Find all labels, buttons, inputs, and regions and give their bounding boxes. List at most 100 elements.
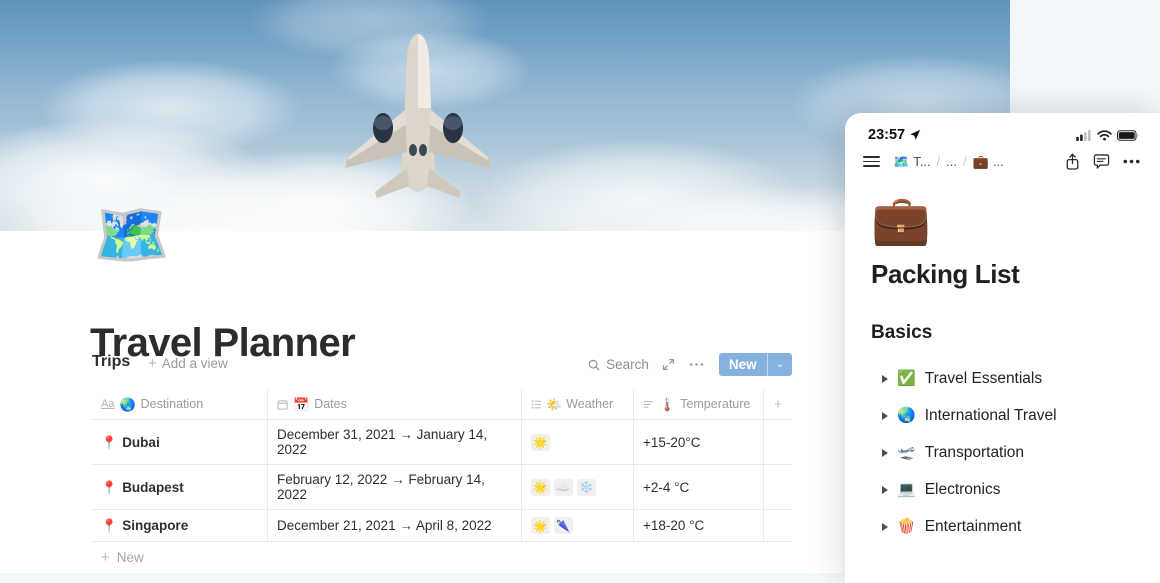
chevron-right-icon[interactable] bbox=[882, 374, 888, 383]
breadcrumb-label: ... bbox=[946, 154, 957, 169]
more-options-button[interactable] bbox=[682, 358, 711, 371]
chevron-right-icon[interactable] bbox=[882, 485, 888, 494]
destination-name: Dubai bbox=[122, 434, 160, 450]
hamburger-menu-icon[interactable] bbox=[863, 155, 880, 168]
mobile-nav-actions bbox=[1065, 153, 1140, 170]
pin-icon: 📍 bbox=[101, 518, 118, 533]
breadcrumb-item-travel-planner[interactable]: 🗺️ T... bbox=[893, 154, 931, 169]
page-title[interactable]: Packing List bbox=[871, 259, 1160, 290]
globe-icon: 🌏 bbox=[119, 396, 136, 412]
pin-icon: 📍 bbox=[101, 434, 118, 450]
database-toolbar: Trips + Add a view Search New ⌄ bbox=[92, 353, 792, 383]
trips-table: Aa 🌏 Destination 📅 Dates 🌤️ Weather 🌡️ T… bbox=[92, 389, 792, 573]
map-icon: 🗺️ bbox=[893, 154, 910, 169]
toggle-label: Travel Essentials bbox=[924, 369, 1043, 387]
pin-icon: 📍 bbox=[101, 479, 118, 495]
more-options-icon bbox=[689, 363, 704, 366]
mobile-page-content: 💼 Packing List Basics ✅ Travel Essential… bbox=[845, 170, 1160, 545]
cell-dates[interactable]: December 21, 2021 → April 8, 2022 bbox=[268, 510, 522, 541]
breadcrumb-label: ... bbox=[992, 154, 1004, 169]
cell-destination[interactable]: 📍 Budapest bbox=[92, 465, 268, 509]
wifi-icon bbox=[1097, 129, 1112, 141]
column-header-temperature[interactable]: 🌡️ Temperature bbox=[634, 389, 764, 419]
table-row[interactable]: 📍 Dubai December 31, 2021 → January 14, … bbox=[92, 420, 792, 465]
cell-weather[interactable]: 🌟 ☁️ ❄️ bbox=[522, 465, 634, 509]
toggle-item-transportation[interactable]: 🛫 Transportation bbox=[871, 434, 1160, 471]
cell-weather[interactable]: 🌟 bbox=[522, 420, 634, 464]
popcorn-icon: 🍿 bbox=[897, 518, 916, 535]
globe-icon: 🌏 bbox=[897, 407, 916, 424]
more-options-icon[interactable] bbox=[1123, 159, 1140, 164]
add-view-label: Add a view bbox=[161, 356, 228, 371]
column-header-dates[interactable]: 📅 Dates bbox=[268, 389, 522, 419]
add-view-button[interactable]: + Add a view bbox=[148, 356, 228, 371]
comment-icon[interactable] bbox=[1093, 153, 1110, 170]
toggle-item-international-travel[interactable]: 🌏 International Travel bbox=[871, 397, 1160, 434]
column-label: Dates bbox=[314, 397, 347, 411]
laptop-icon: 💻 bbox=[897, 481, 916, 498]
table-row[interactable]: 📍 Budapest February 12, 2022 → February … bbox=[92, 465, 792, 510]
column-label: Weather bbox=[566, 397, 614, 411]
breadcrumb: 🗺️ T... / ... / 💼 ... bbox=[893, 154, 1065, 169]
cell-destination[interactable]: 📍 Singapore bbox=[92, 510, 268, 541]
toggle-item-entertainment[interactable]: 🍿 Entertainment bbox=[871, 508, 1160, 545]
new-row-button[interactable]: + New bbox=[92, 542, 792, 573]
text-lines-property-icon bbox=[643, 399, 654, 410]
add-column-button[interactable]: + bbox=[764, 389, 792, 419]
expand-button[interactable] bbox=[655, 354, 682, 375]
calendar-icon: 📅 bbox=[293, 396, 310, 412]
toolbar-actions: Search New ⌄ bbox=[582, 353, 792, 376]
airplane-icon bbox=[345, 34, 491, 198]
cell-temperature[interactable]: +18-20 °C bbox=[634, 510, 764, 541]
section-heading-basics: Basics bbox=[871, 322, 933, 343]
new-button-label: New bbox=[728, 357, 757, 372]
table-row[interactable]: 📍 Singapore December 21, 2021 → April 8,… bbox=[92, 510, 792, 542]
weather-tag: ❄️ bbox=[577, 478, 596, 496]
chevron-right-icon[interactable] bbox=[882, 448, 888, 457]
multiselect-property-icon bbox=[531, 399, 542, 410]
breadcrumb-label: T... bbox=[913, 154, 931, 169]
chevron-right-icon[interactable] bbox=[882, 522, 888, 531]
destination-name: Budapest bbox=[122, 479, 184, 495]
table-header-row: Aa 🌏 Destination 📅 Dates 🌤️ Weather 🌡️ T… bbox=[92, 389, 792, 420]
calendar-property-icon bbox=[277, 399, 288, 410]
mobile-preview-panel: 23:57 🗺️ T... / ... / 💼 ... 💼 Packing Li… bbox=[845, 113, 1160, 583]
app-root: 🗺️ Travel Planner Trips + Add a view Sea… bbox=[0, 0, 1160, 583]
cell-dates[interactable]: December 31, 2021 → January 14, 2022 bbox=[268, 420, 522, 464]
cell-destination[interactable]: 📍 Dubai bbox=[92, 420, 268, 464]
column-header-destination[interactable]: Aa 🌏 Destination bbox=[92, 389, 268, 419]
weather-tag: 🌟 bbox=[531, 433, 550, 451]
column-label: Temperature bbox=[680, 397, 751, 411]
share-icon[interactable] bbox=[1065, 153, 1080, 170]
chevron-down-icon[interactable]: ⌄ bbox=[768, 353, 792, 376]
toggle-item-electronics[interactable]: 💻 Electronics bbox=[871, 471, 1160, 508]
breadcrumb-item-packing-list[interactable]: 💼 ... bbox=[973, 154, 1004, 169]
destination-name: Singapore bbox=[122, 518, 189, 533]
page-icon[interactable]: 💼 bbox=[871, 197, 1160, 245]
weather-tag: 🌂 bbox=[554, 517, 573, 534]
breadcrumb-item-ellipsis[interactable]: ... bbox=[946, 154, 957, 169]
search-button[interactable]: Search bbox=[582, 354, 655, 375]
weather-tag: 🌟 bbox=[531, 478, 550, 496]
location-arrow-icon bbox=[910, 129, 921, 140]
expand-icon bbox=[662, 358, 674, 371]
chevron-right-icon[interactable] bbox=[882, 411, 888, 420]
cellular-signal-icon bbox=[1076, 129, 1091, 141]
plus-icon: + bbox=[148, 355, 157, 372]
cell-dates[interactable]: February 12, 2022 → February 14, 2022 bbox=[268, 465, 522, 509]
column-label: Destination bbox=[140, 397, 204, 411]
cloud-shape bbox=[40, 60, 300, 155]
airplane-departure-icon: 🛫 bbox=[897, 444, 916, 461]
cell-weather[interactable]: 🌟 🌂 bbox=[522, 510, 634, 541]
toggle-label: Electronics bbox=[924, 480, 1001, 498]
cell-temperature[interactable]: +15-20°C bbox=[634, 420, 764, 464]
column-header-weather[interactable]: 🌤️ Weather bbox=[522, 389, 634, 419]
new-row-label: New bbox=[116, 550, 144, 565]
view-tab-trips[interactable]: Trips bbox=[92, 353, 130, 371]
plus-icon: + bbox=[101, 549, 110, 566]
page-icon[interactable]: 🗺️ bbox=[93, 201, 170, 271]
toggle-item-travel-essentials[interactable]: ✅ Travel Essentials bbox=[871, 360, 1160, 397]
cell-temperature[interactable]: +2-4 °C bbox=[634, 465, 764, 509]
new-button[interactable]: New ⌄ bbox=[718, 353, 792, 376]
sun-behind-cloud-icon: 🌤️ bbox=[546, 396, 563, 412]
